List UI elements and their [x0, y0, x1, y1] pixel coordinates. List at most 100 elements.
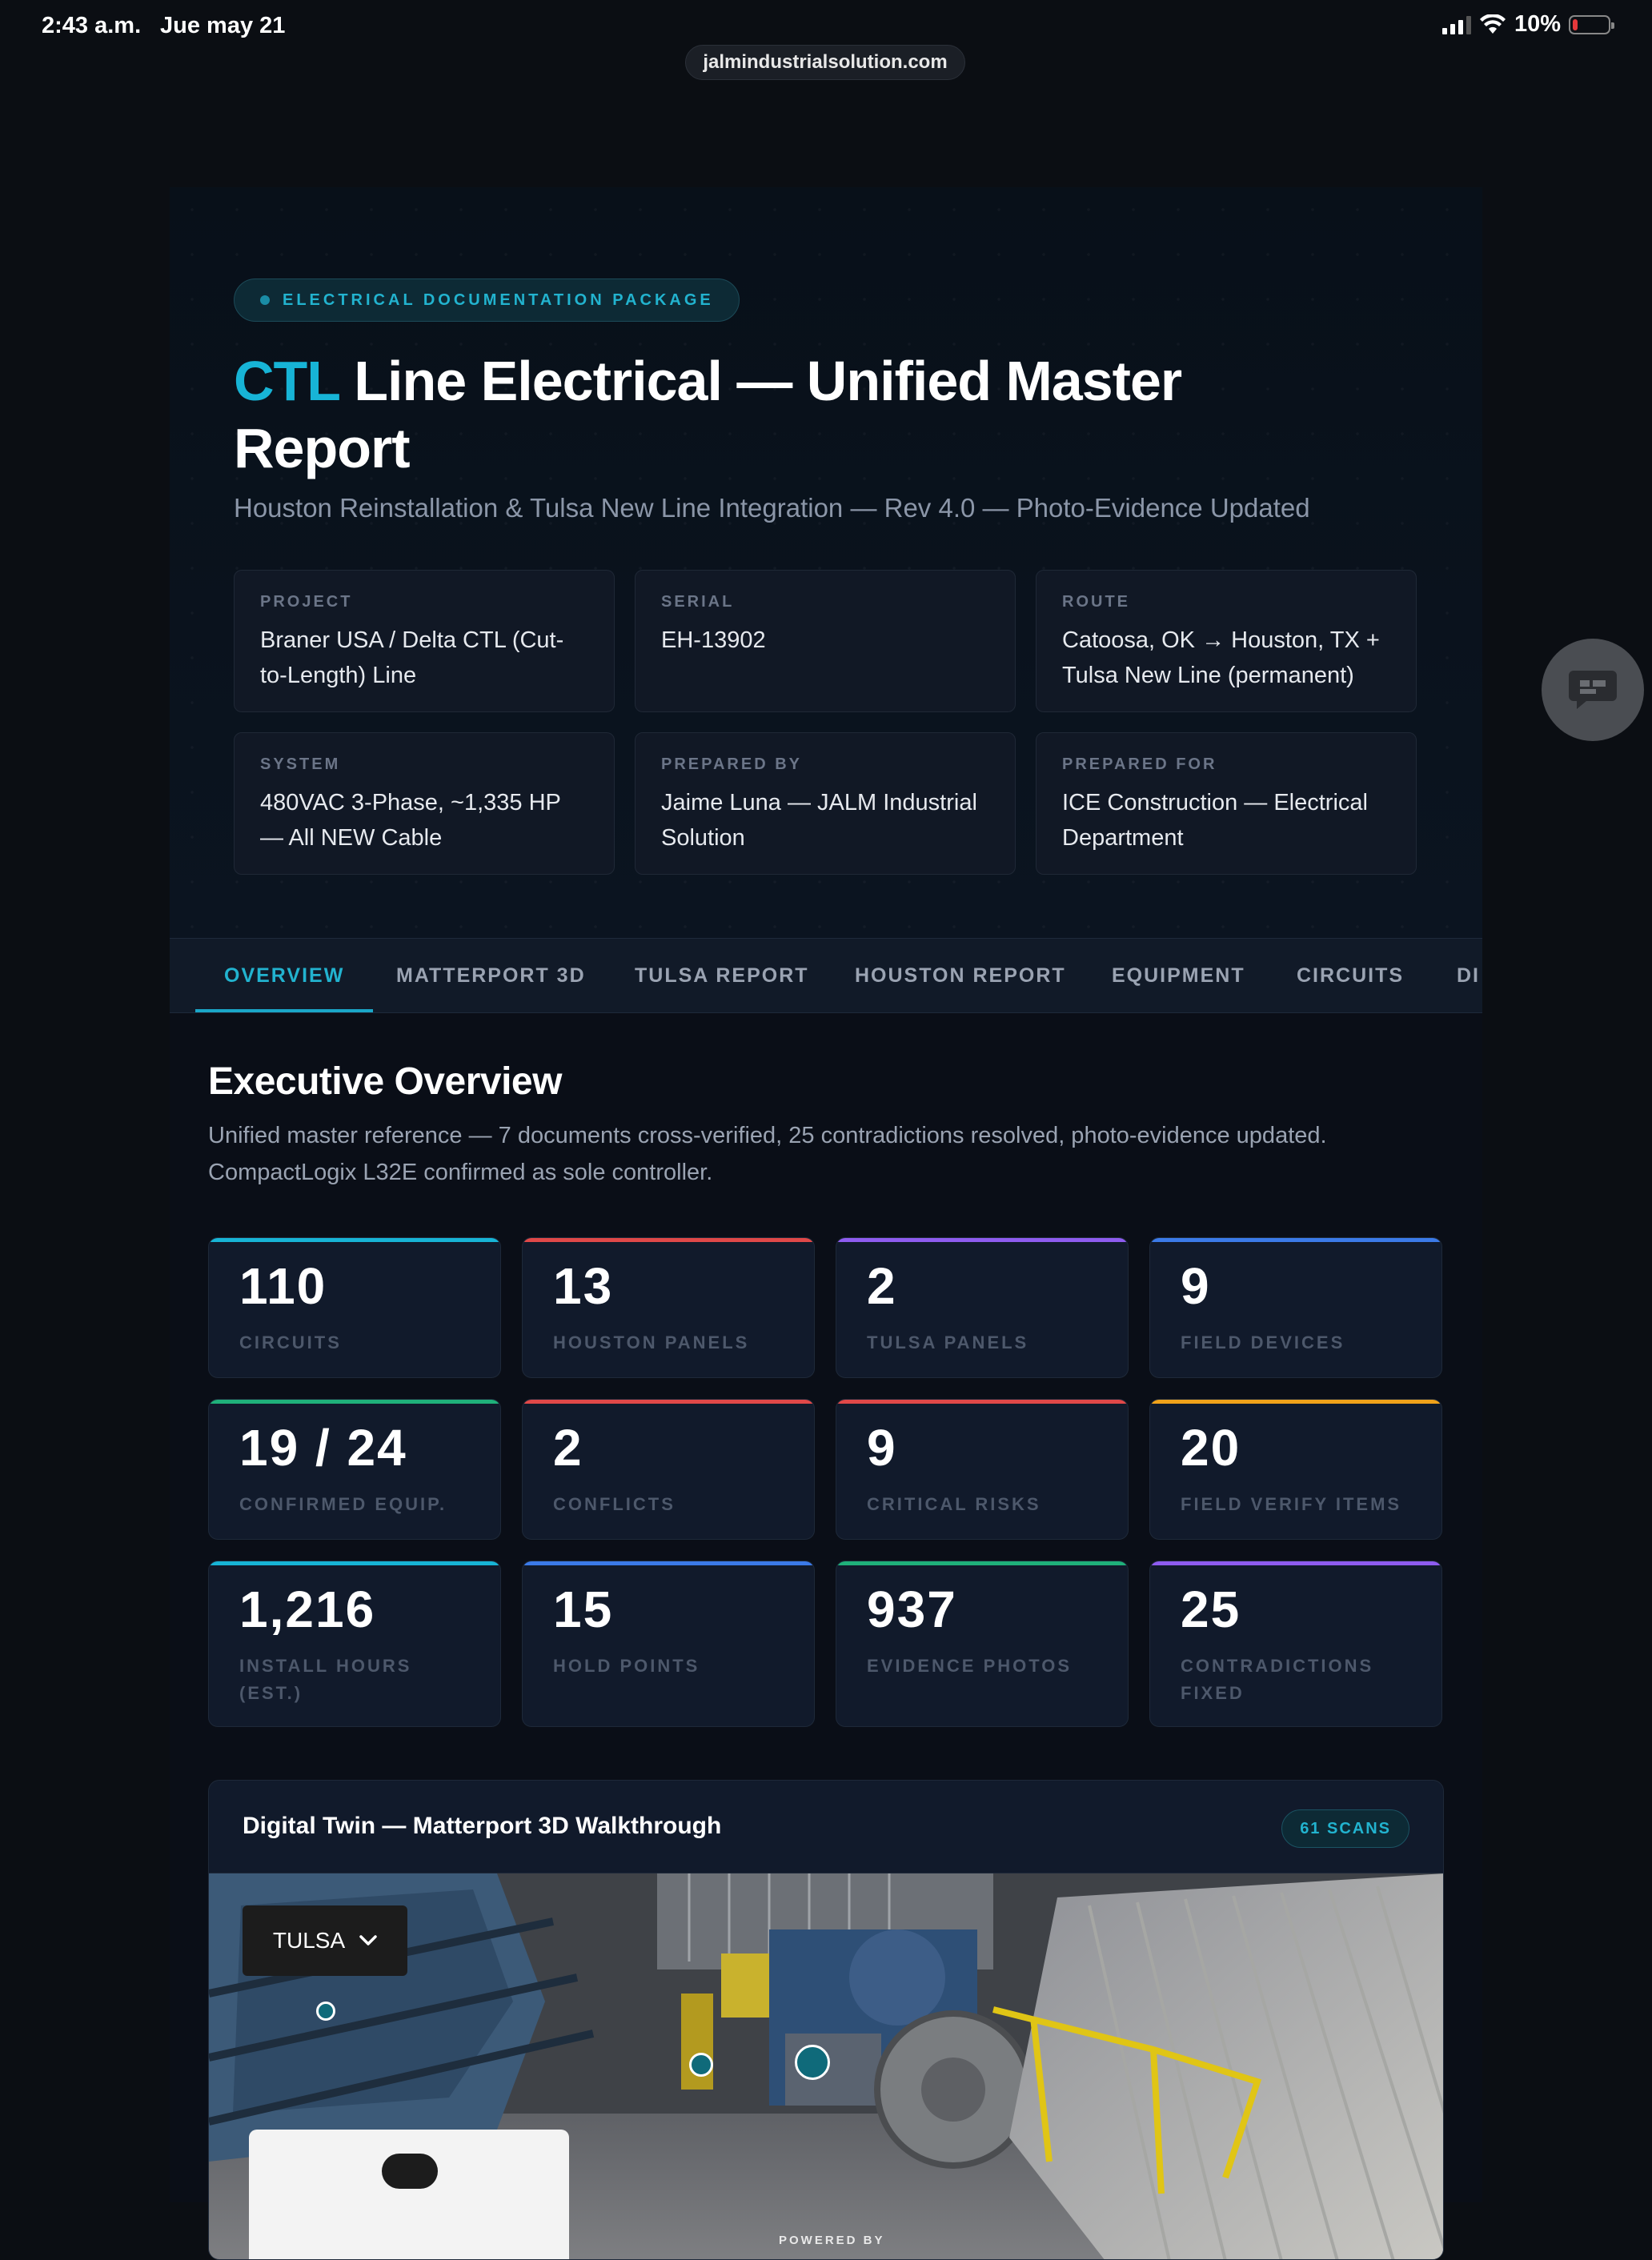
- stat-label: CIRCUITS: [239, 1332, 342, 1352]
- page-title: CTL Line Electrical — Unified Master Rep…: [234, 347, 1354, 482]
- status-date: Jue may 21: [160, 13, 286, 38]
- location-select[interactable]: TULSA: [243, 1905, 407, 1976]
- mattertag-icon[interactable]: [795, 2045, 830, 2080]
- stat-value: 1,216: [239, 1581, 376, 1638]
- stat-value: 2: [867, 1257, 897, 1315]
- doc-badge: ELECTRICAL DOCUMENTATION PACKAGE: [234, 278, 740, 322]
- digital-twin-title: Digital Twin — Matterport 3D Walkthrough: [243, 1813, 722, 1839]
- stat-value: 110: [239, 1257, 327, 1315]
- stat-card: 937 EVIDENCE PHOTOS: [836, 1561, 1129, 1727]
- stat-card: 110 CIRCUITS: [208, 1237, 501, 1378]
- stat-value: 13: [553, 1257, 614, 1315]
- viewer-toggle[interactable]: [382, 2154, 438, 2189]
- stat-value: 9: [1181, 1257, 1211, 1315]
- stat-label: HOUSTON PANELS: [553, 1332, 750, 1352]
- viewer-control-panel[interactable]: [249, 2130, 569, 2259]
- stat-card: 9 CRITICAL RISKS: [836, 1399, 1129, 1540]
- section-title: Executive Overview: [208, 1060, 562, 1103]
- stat-accent-bar: [209, 1238, 500, 1242]
- stat-label: HOLD POINTS: [553, 1656, 700, 1676]
- chat-button[interactable]: [1542, 639, 1644, 741]
- meta-card-serial: SERIAL EH-13902: [635, 570, 1016, 712]
- page: ELECTRICAL DOCUMENTATION PACKAGE CTL Lin…: [170, 187, 1482, 2260]
- stat-value: 20: [1181, 1419, 1241, 1477]
- meta-value: ICE Construction — Electrical Department: [1062, 790, 1368, 851]
- stat-card: 1,216 INSTALL HOURS (EST.): [208, 1561, 501, 1727]
- stat-label: EVIDENCE PHOTOS: [867, 1656, 1073, 1676]
- url-bar[interactable]: jalmindustrialsolution.com: [685, 45, 965, 80]
- badge-label: ELECTRICAL DOCUMENTATION PACKAGE: [283, 291, 714, 309]
- wifi-icon: [1479, 14, 1506, 34]
- cellular-signal-icon: [1441, 15, 1471, 34]
- stat-label: CONTRADICTIONS FIXED: [1181, 1656, 1374, 1703]
- tab-tulsa-report[interactable]: TULSA REPORT: [635, 939, 809, 1012]
- stat-value: 2: [553, 1419, 583, 1477]
- stat-accent-bar: [1150, 1561, 1441, 1565]
- meta-label: ROUTE: [1062, 593, 1130, 611]
- chat-icon: [1569, 671, 1617, 709]
- meta-label: PREPARED FOR: [1062, 755, 1217, 773]
- title-rest: Line Electrical — Unified Master Report: [234, 350, 1182, 479]
- stat-accent-bar: [523, 1561, 814, 1565]
- stat-card: 2 TULSA PANELS: [836, 1237, 1129, 1378]
- meta-label: PREPARED BY: [661, 755, 802, 773]
- mattertag-icon[interactable]: [689, 2053, 713, 2077]
- chevron-down-icon: [359, 1935, 377, 1945]
- stat-value: 19 / 24: [239, 1419, 407, 1477]
- battery-percent: 10%: [1514, 11, 1561, 37]
- stat-label: CONFLICTS: [553, 1494, 676, 1514]
- meta-card-prepared-by: PREPARED BY Jaime Luna — JALM Industrial …: [635, 732, 1016, 875]
- tab-houston-report[interactable]: HOUSTON REPORT: [855, 939, 1066, 1012]
- status-bar: 2:43 a.m. Jue may 21 10%: [0, 0, 1652, 51]
- page-subtitle: Houston Reinstallation & Tulsa New Line …: [234, 493, 1310, 523]
- meta-label: SYSTEM: [260, 755, 341, 773]
- digital-twin-card: Digital Twin — Matterport 3D Walkthrough…: [208, 1780, 1444, 2260]
- stat-value: 9: [867, 1419, 897, 1477]
- meta-card-route: ROUTE Catoosa, OK → Houston, TX + Tulsa N…: [1036, 570, 1417, 712]
- stat-card: 19 / 24 CONFIRMED EQUIP.: [208, 1399, 501, 1540]
- stat-card: 9 FIELD DEVICES: [1149, 1237, 1442, 1378]
- stat-accent-bar: [523, 1400, 814, 1404]
- stats-grid: 110 CIRCUITS 13 HOUSTON PANELS 2 TULSA PANELS…: [208, 1237, 1442, 1727]
- stat-label: TULSA PANELS: [867, 1332, 1029, 1352]
- stat-value: 25: [1181, 1581, 1241, 1638]
- stat-accent-bar: [1150, 1400, 1441, 1404]
- stat-label: FIELD DEVICES: [1181, 1332, 1345, 1352]
- tab-di[interactable]: DI: [1457, 939, 1480, 1012]
- stat-accent-bar: [836, 1561, 1128, 1565]
- meta-grid: PROJECT Braner USA / Delta CTL (Cut-to-Le…: [234, 570, 1417, 875]
- stat-label: CRITICAL RISKS: [867, 1494, 1041, 1514]
- stat-label: FIELD VERIFY ITEMS: [1181, 1494, 1402, 1514]
- stat-label: CONFIRMED EQUIP.: [239, 1494, 447, 1514]
- scans-badge: 61 SCANS: [1281, 1809, 1409, 1848]
- powered-by-label: POWERED BY: [779, 2234, 885, 2247]
- stat-accent-bar: [836, 1400, 1128, 1404]
- meta-label: SERIAL: [661, 593, 735, 611]
- digital-twin-header: Digital Twin — Matterport 3D Walkthrough…: [209, 1781, 1443, 1873]
- stat-value: 15: [553, 1581, 614, 1638]
- stat-card: 13 HOUSTON PANELS: [522, 1237, 815, 1378]
- tab-equipment[interactable]: EQUIPMENT: [1112, 939, 1245, 1012]
- section-description: Unified master reference — 7 documents c…: [208, 1123, 1327, 1185]
- tab-matterport-3d[interactable]: MATTERPORT 3D: [396, 939, 586, 1012]
- meta-value: EH-13902: [661, 627, 766, 653]
- badge-dot-icon: [260, 295, 270, 305]
- meta-label: PROJECT: [260, 593, 353, 611]
- meta-value: Catoosa, OK → Houston, TX + Tulsa New Li…: [1062, 627, 1380, 688]
- stat-accent-bar: [1150, 1238, 1441, 1242]
- stat-label: INSTALL HOURS (EST.): [239, 1656, 412, 1703]
- meta-card-project: PROJECT Braner USA / Delta CTL (Cut-to-Le…: [234, 570, 615, 712]
- tab-overview[interactable]: OVERVIEW: [194, 939, 374, 1012]
- meta-value: Braner USA / Delta CTL (Cut-to-Length) L…: [260, 627, 564, 688]
- hero: ELECTRICAL DOCUMENTATION PACKAGE CTL Lin…: [170, 187, 1482, 940]
- tab-circuits[interactable]: CIRCUITS: [1297, 939, 1404, 1012]
- status-time: 2:43 a.m.: [42, 13, 142, 38]
- title-accent: CTL: [234, 350, 340, 412]
- stat-card: 25 CONTRADICTIONS FIXED: [1149, 1561, 1442, 1727]
- meta-card-system: SYSTEM 480VAC 3-Phase, ~1,335 HP — All NE…: [234, 732, 615, 875]
- meta-value: Jaime Luna — JALM Industrial Solution: [661, 790, 977, 851]
- stat-card: 15 HOLD POINTS: [522, 1561, 815, 1727]
- section-tabs: OVERVIEW MATTERPORT 3D TULSA REPORT HOUS…: [170, 938, 1482, 1013]
- mattertag-icon[interactable]: [316, 2002, 335, 2021]
- stat-card: 20 FIELD VERIFY ITEMS: [1149, 1399, 1442, 1540]
